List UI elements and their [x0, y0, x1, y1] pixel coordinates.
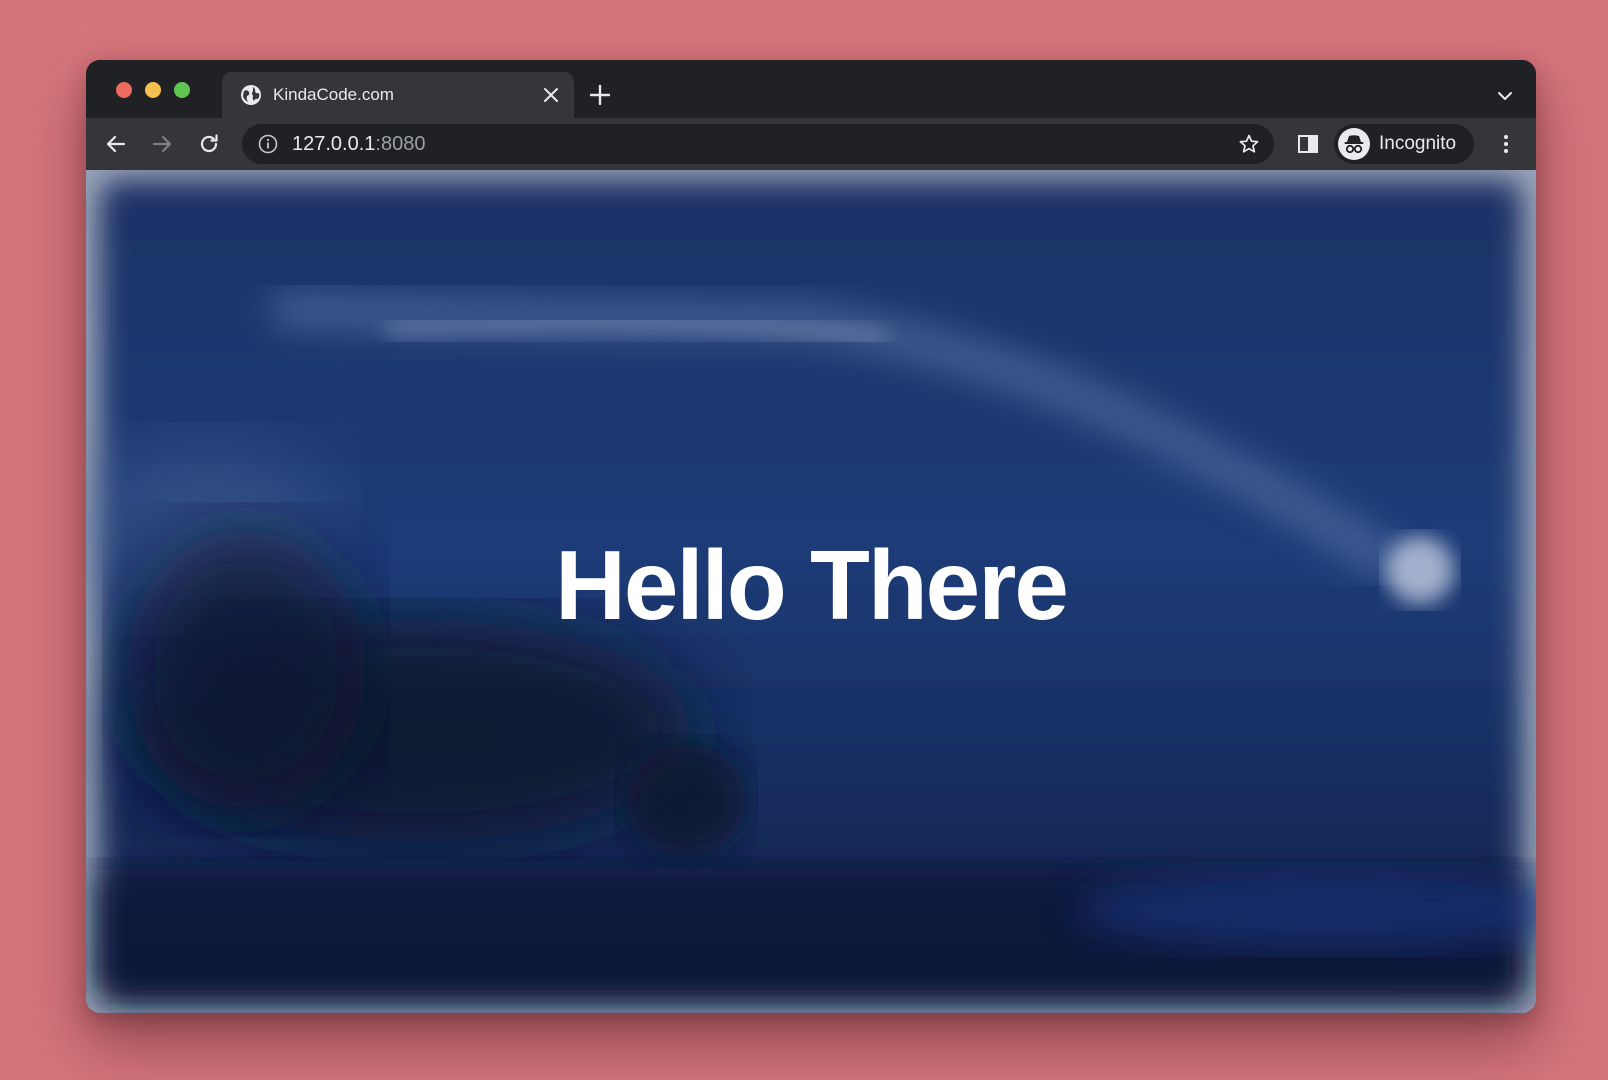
- url-host: 127.0.0.1: [292, 133, 376, 155]
- new-tab-button[interactable]: [589, 84, 611, 106]
- address-bar[interactable]: 127.0.0.1:8080: [242, 124, 1274, 164]
- toolbar: 127.0.0.1:8080 Incognito: [86, 118, 1536, 170]
- tab-strip: KindaCode.com: [86, 60, 1536, 118]
- incognito-label: Incognito: [1379, 133, 1457, 154]
- chevron-down-icon[interactable]: [1496, 87, 1514, 105]
- back-arrow-icon[interactable]: [104, 132, 128, 156]
- close-window-button[interactable]: [116, 82, 132, 98]
- incognito-profile-button[interactable]: Incognito: [1334, 124, 1474, 164]
- close-tab-icon[interactable]: [542, 86, 560, 104]
- forward-arrow-icon[interactable]: [150, 132, 174, 156]
- reload-icon[interactable]: [197, 132, 221, 156]
- browser-window: KindaCode.com 127.0.0.1:8080 Incognito H…: [86, 60, 1536, 1013]
- tab-active[interactable]: KindaCode.com: [222, 72, 574, 118]
- hero-heading: Hello There: [555, 530, 1069, 640]
- maximize-window-button[interactable]: [174, 82, 190, 98]
- kebab-menu-icon[interactable]: [1494, 132, 1518, 156]
- incognito-avatar: [1338, 128, 1370, 160]
- page-viewport: Hello There: [86, 170, 1536, 1013]
- site-info-icon[interactable]: [258, 134, 278, 154]
- url-port: :8080: [375, 133, 426, 155]
- tab-title: KindaCode.com: [273, 85, 394, 104]
- minimize-window-button[interactable]: [145, 82, 161, 98]
- globe-icon: [241, 85, 261, 105]
- incognito-icon: [1344, 135, 1364, 154]
- bookmark-star-icon[interactable]: [1238, 133, 1260, 155]
- side-panel-icon[interactable]: [1296, 132, 1320, 156]
- url-text: 127.0.0.1:8080: [292, 133, 425, 155]
